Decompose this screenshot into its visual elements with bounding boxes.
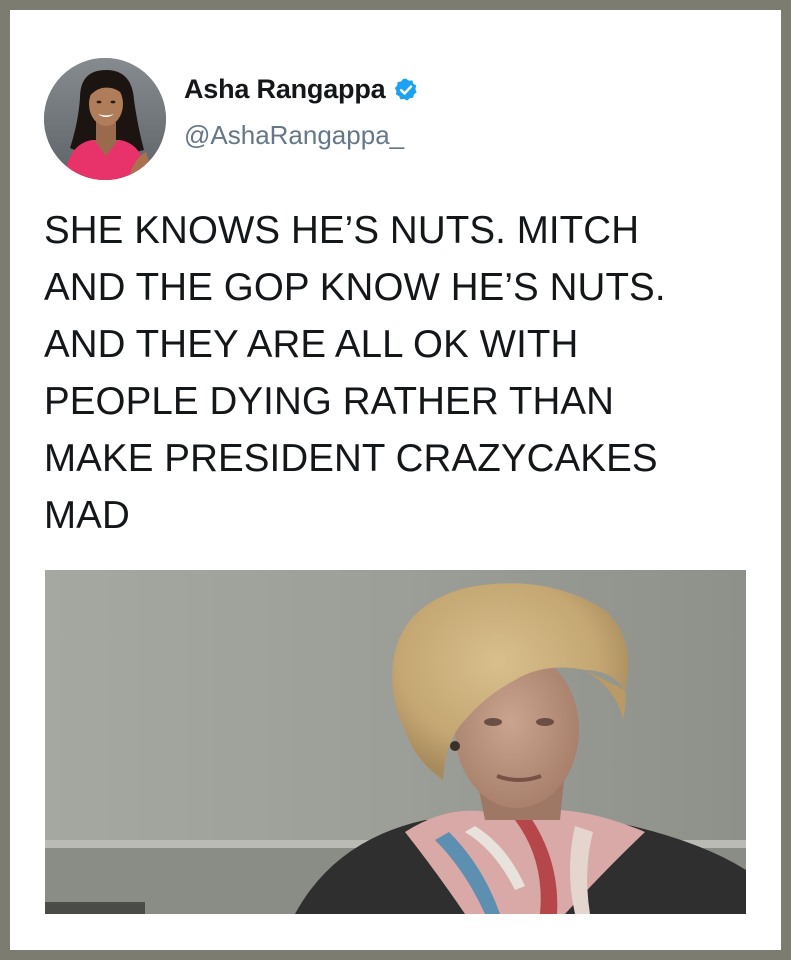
tweet-media-image[interactable]: [45, 570, 746, 914]
tweet-text-line: AND THE GOP KNOW HE’S NUTS.: [44, 266, 666, 309]
author-name[interactable]: Asha Rangappa: [184, 74, 386, 105]
tweet-text-line: MAD: [44, 494, 130, 537]
tweet-text-line: SHE KNOWS HE’S NUTS. MITCH: [44, 209, 640, 252]
tweet-text-line: AND THEY ARE ALL OK WITH: [44, 323, 579, 366]
tweet-card: Asha Rangappa @AshaRangappa_ SHE KNOWS H…: [10, 10, 781, 950]
avatar-portrait: [44, 58, 166, 180]
author-name-row: Asha Rangappa: [184, 74, 419, 105]
author-handle[interactable]: @AshaRangappa_: [184, 120, 404, 151]
tweet-text-line: MAKE PRESIDENT CRAZYCAKES: [44, 437, 658, 480]
author-avatar[interactable]: [44, 58, 166, 180]
verified-badge-icon: [393, 77, 419, 103]
media-photo: [45, 570, 746, 914]
tweet-text-line: PEOPLE DYING RATHER THAN: [44, 380, 615, 423]
tweet-text: SHE KNOWS HE’S NUTS. MITCH AND THE GOP K…: [44, 202, 754, 544]
